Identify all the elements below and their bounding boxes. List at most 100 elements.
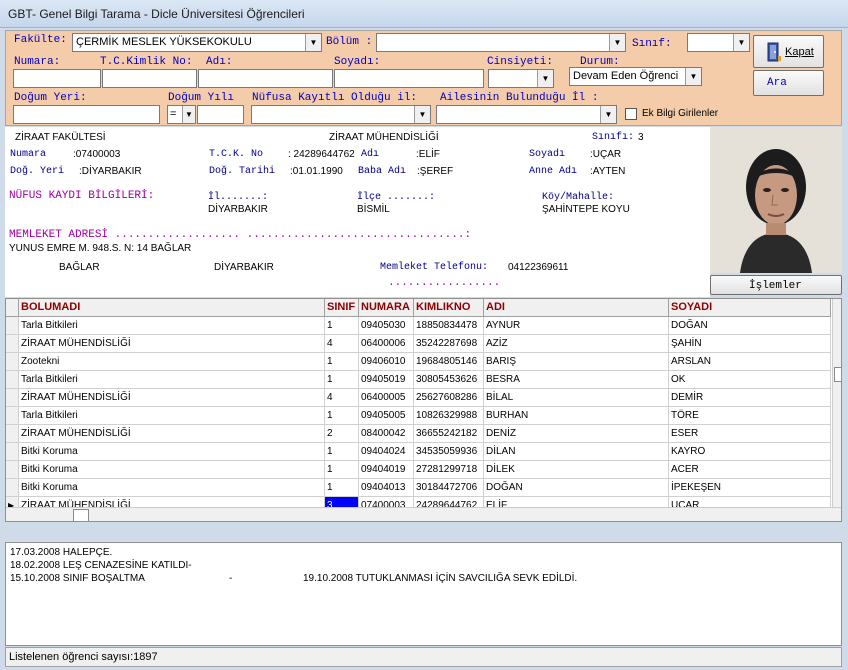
cell-numara[interactable]: 09405005 (359, 407, 414, 425)
sinif-select[interactable]: ▼ (687, 33, 750, 52)
cell-bolumadi[interactable]: Zootekni (19, 353, 325, 371)
cell-kimlikno[interactable]: 30184472706 (414, 479, 484, 497)
cell-kimlikno[interactable]: 35242287698 (414, 335, 484, 353)
kapat-button[interactable]: Kapat (753, 35, 824, 68)
row-indicator[interactable] (6, 479, 19, 497)
table-row[interactable]: Bitki Koruma 1 09404024 34535059936 DİLAN KAY… (6, 443, 831, 461)
cell-soyadi[interactable]: DOĞAN (669, 317, 831, 335)
table-row[interactable]: Bitki Koruma 1 09404013 30184472706 DOĞAN İPE… (6, 479, 831, 497)
cell-adi[interactable]: DENİZ (484, 425, 669, 443)
cell-sinif[interactable]: 1 (325, 317, 359, 335)
cell-kimlikno[interactable]: 25627608286 (414, 389, 484, 407)
dogum-yili-operator-select[interactable]: = ▼ (167, 105, 196, 124)
table-row[interactable]: Tarla Bitkileri 1 09405030 18850834478 AYNUR… (6, 317, 831, 335)
row-indicator[interactable] (6, 335, 19, 353)
cell-adi[interactable]: DİLAN (484, 443, 669, 461)
notes-area[interactable]: 17.03.2008 HALEPÇE. 18.02.2008 LEŞ CENAZ… (5, 542, 842, 646)
cell-numara[interactable]: 08400042 (359, 425, 414, 443)
numara-input[interactable] (13, 69, 101, 88)
adi-input[interactable] (198, 69, 333, 88)
table-row[interactable]: Zootekni 1 09406010 19684805146 BARIŞ ARSLAN (6, 353, 831, 371)
cell-sinif[interactable]: 1 (325, 443, 359, 461)
bolum-select[interactable]: ▼ (376, 33, 626, 52)
cell-sinif[interactable]: 2 (325, 425, 359, 443)
cell-kimlikno[interactable]: 19684805146 (414, 353, 484, 371)
cell-soyadi[interactable]: ACER (669, 461, 831, 479)
table-row[interactable]: Tarla Bitkileri 1 09405019 30805453626 BESRA… (6, 371, 831, 389)
cell-adi[interactable]: BARIŞ (484, 353, 669, 371)
cell-bolumadi[interactable]: ZİRAAT MÜHENDİSLİĞİ (19, 425, 325, 443)
row-indicator[interactable] (6, 425, 19, 443)
col-header-adi[interactable]: ADI (484, 299, 669, 317)
cell-soyadi[interactable]: ARSLAN (669, 353, 831, 371)
cell-bolumadi[interactable]: ZİRAAT MÜHENDİSLİĞİ (19, 335, 325, 353)
cell-numara[interactable]: 09404013 (359, 479, 414, 497)
dogum-yili-input[interactable] (197, 105, 244, 124)
col-header-bolumadi[interactable]: BOLUMADI (19, 299, 325, 317)
cell-bolumadi[interactable]: Tarla Bitkileri (19, 317, 325, 335)
cell-bolumadi[interactable]: Tarla Bitkileri (19, 407, 325, 425)
grid-vertical-scrollbar[interactable] (832, 299, 841, 507)
cell-kimlikno[interactable]: 10826329988 (414, 407, 484, 425)
cell-soyadi[interactable]: OK (669, 371, 831, 389)
soyadi-input[interactable] (334, 69, 484, 88)
ara-button[interactable]: Ara (753, 70, 824, 96)
row-indicator[interactable] (6, 389, 19, 407)
table-row[interactable]: ZİRAAT MÜHENDİSLİĞİ 4 06400006 35242287698 A… (6, 335, 831, 353)
cell-adi[interactable]: BİLAL (484, 389, 669, 407)
cell-sinif[interactable]: 1 (325, 461, 359, 479)
row-indicator[interactable] (6, 371, 19, 389)
cell-numara[interactable]: 09406010 (359, 353, 414, 371)
cell-soyadi[interactable]: ŞAHİN (669, 335, 831, 353)
cell-kimlikno[interactable]: 30805453626 (414, 371, 484, 389)
row-indicator[interactable] (6, 353, 19, 371)
col-header-sinif[interactable]: SINIF (325, 299, 359, 317)
cell-adi[interactable]: AYNUR (484, 317, 669, 335)
cell-bolumadi[interactable]: Bitki Koruma (19, 443, 325, 461)
table-row[interactable]: ZİRAAT MÜHENDİSLİĞİ 4 06400005 25627608286 B… (6, 389, 831, 407)
cell-numara[interactable]: 09405019 (359, 371, 414, 389)
row-indicator[interactable] (6, 407, 19, 425)
cell-soyadi[interactable]: KAYRO (669, 443, 831, 461)
cell-bolumadi[interactable]: Bitki Koruma (19, 479, 325, 497)
dogum-yeri-input[interactable] (13, 105, 160, 124)
cell-bolumadi[interactable]: Tarla Bitkileri (19, 371, 325, 389)
cell-bolumadi[interactable]: ZİRAAT MÜHENDİSLİĞİ (19, 389, 325, 407)
cell-adi[interactable]: BESRA (484, 371, 669, 389)
cell-numara[interactable]: 09405030 (359, 317, 414, 335)
cell-adi[interactable]: BURHAN (484, 407, 669, 425)
cell-soyadi[interactable]: TÖRE (669, 407, 831, 425)
islemler-button[interactable]: İşlemler (710, 275, 842, 295)
col-header-soyadi[interactable]: SOYADI (669, 299, 831, 317)
row-indicator[interactable] (6, 317, 19, 335)
cell-numara[interactable]: 09404019 (359, 461, 414, 479)
col-header-kimlikno[interactable]: KIMLIKNO (414, 299, 484, 317)
cell-bolumadi[interactable]: Bitki Koruma (19, 461, 325, 479)
table-row[interactable]: Tarla Bitkileri 1 09405005 10826329988 BURHA… (6, 407, 831, 425)
row-indicator[interactable] (6, 461, 19, 479)
cell-sinif[interactable]: 1 (325, 371, 359, 389)
cell-kimlikno[interactable]: 36655242182 (414, 425, 484, 443)
cell-sinif[interactable]: 1 (325, 407, 359, 425)
tc-input[interactable] (102, 69, 197, 88)
cell-sinif[interactable]: 1 (325, 479, 359, 497)
cinsiyet-select[interactable]: ▼ (488, 69, 554, 88)
table-row[interactable]: ZİRAAT MÜHENDİSLİĞİ 2 08400042 36655242182 D… (6, 425, 831, 443)
nufus-il-select[interactable]: ▼ (251, 105, 431, 124)
cell-soyadi[interactable]: ESER (669, 425, 831, 443)
row-indicator[interactable] (6, 443, 19, 461)
fakulte-select[interactable]: ÇERMİK MESLEK YÜKSEKOKULU ▼ (72, 33, 322, 52)
table-row[interactable]: Bitki Koruma 1 09404019 27281299718 DİLEK ACE… (6, 461, 831, 479)
cell-kimlikno[interactable]: 27281299718 (414, 461, 484, 479)
cell-sinif[interactable]: 1 (325, 353, 359, 371)
cell-numara[interactable]: 06400005 (359, 389, 414, 407)
grid-horizontal-scrollbar[interactable] (6, 507, 841, 521)
cell-numara[interactable]: 09404024 (359, 443, 414, 461)
grid-horizontal-scroll-thumb[interactable] (73, 509, 89, 521)
cell-adi[interactable]: AZİZ (484, 335, 669, 353)
cell-sinif[interactable]: 4 (325, 389, 359, 407)
cell-sinif[interactable]: 4 (325, 335, 359, 353)
aile-il-select[interactable]: ▼ (436, 105, 617, 124)
col-header-numara[interactable]: NUMARA (359, 299, 414, 317)
cell-adi[interactable]: DOĞAN (484, 479, 669, 497)
